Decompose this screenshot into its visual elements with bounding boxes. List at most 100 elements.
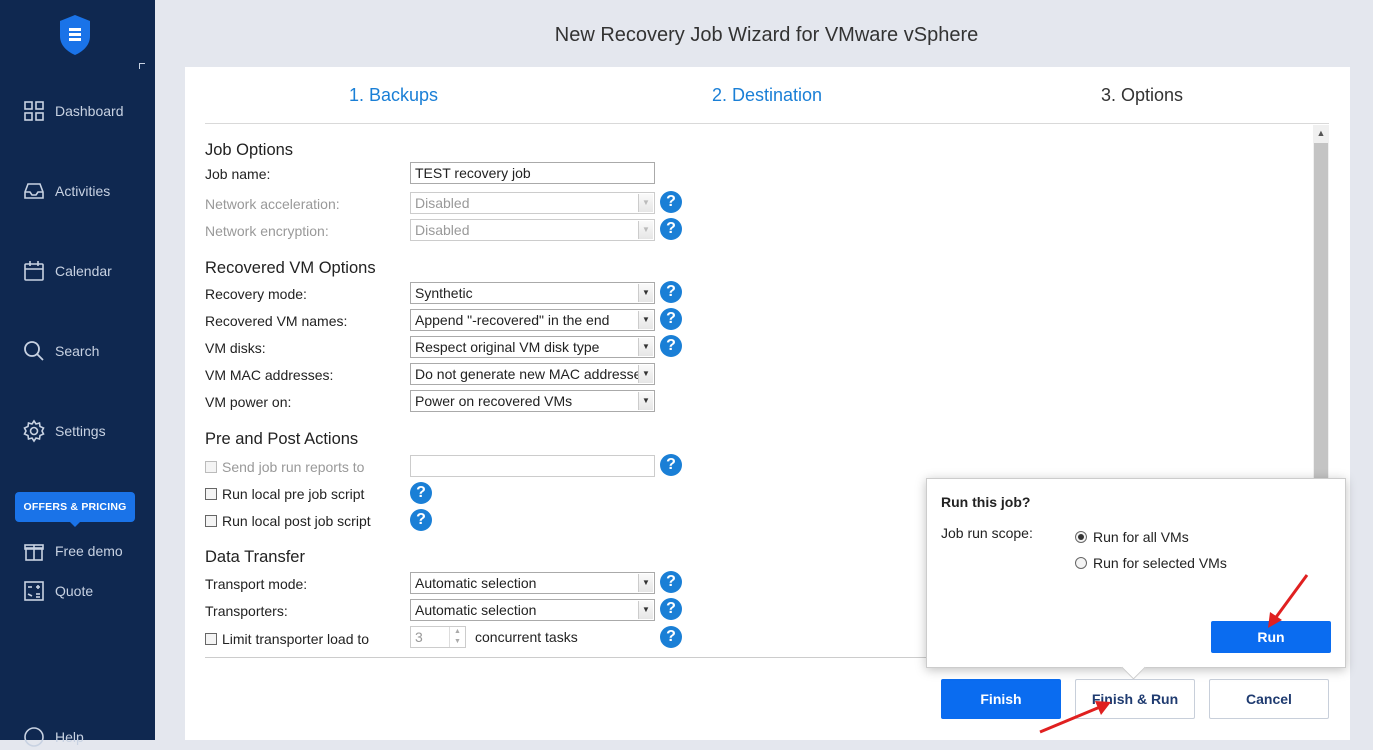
grid-icon [24,101,44,121]
job-name-input[interactable]: TEST recovery job [410,162,655,184]
sidebar-item-dashboard[interactable]: Dashboard [22,98,124,124]
help-icon[interactable]: ? [660,281,682,303]
sidebar-item-label: Dashboard [55,103,124,119]
chevron-down-icon: ▼ [638,338,653,356]
power-on-select[interactable]: Power on recovered VMs ▼ [410,390,655,412]
help-icon[interactable]: ? [660,454,682,476]
job-options-heading: Job Options [205,141,294,159]
sidebar: Dashboard Activities Calendar Search Set… [0,0,155,747]
select-value: Power on recovered VMs [415,393,573,409]
pre-script-checkbox[interactable]: Run local pre job script [205,486,364,502]
select-value: Automatic selection [415,602,537,618]
cancel-button[interactable]: Cancel [1209,679,1329,719]
calendar-icon [24,261,44,281]
chevron-down-icon: ▼ [638,365,653,383]
mac-addresses-label: VM MAC addresses: [205,367,334,383]
gift-icon [24,544,44,561]
vm-options-heading: Recovered VM Options [205,259,376,277]
collapse-sidebar-icon[interactable] [139,63,145,69]
step-destination[interactable]: 2. Destination [712,85,822,106]
sidebar-item-search[interactable]: Search [22,338,99,364]
radio-run-all-vms[interactable]: Run for all VMs [1075,529,1189,545]
sidebar-item-settings[interactable]: Settings [22,418,106,444]
select-value: Disabled [415,195,470,211]
step-backups[interactable]: 1. Backups [349,85,438,106]
limit-transporter-checkbox[interactable]: Limit transporter load to [205,631,369,647]
sidebar-item-free-demo[interactable]: Free demo [22,538,123,564]
radio-dot[interactable] [1075,557,1087,569]
sidebar-item-quote[interactable]: Quote [22,578,93,604]
help-icon[interactable]: ? [660,571,682,593]
page-title: New Recovery Job Wizard for VMware vSphe… [554,24,979,46]
vm-disks-select[interactable]: Respect original VM disk type ▼ [410,336,655,358]
calculator-icon [24,581,44,601]
sidebar-item-activities[interactable]: Activities [22,178,110,204]
sidebar-item-calendar[interactable]: Calendar [22,258,112,284]
transporters-select[interactable]: Automatic selection ▼ [410,599,655,621]
pre-post-heading: Pre and Post Actions [205,430,359,448]
chevron-down-icon: ▼ [638,221,653,239]
sidebar-item-label: Calendar [55,263,112,279]
chevron-down-icon: ▼ [638,284,653,302]
help-icon[interactable]: ? [410,482,432,504]
search-icon [24,341,44,361]
help-icon[interactable]: ? [660,308,682,330]
shield-logo-icon [60,15,90,55]
data-transfer-heading: Data Transfer [205,548,305,566]
job-name-label: Job name: [205,166,271,182]
chevron-down-icon: ▼ [638,311,653,329]
transport-mode-label: Transport mode: [205,576,308,592]
stepper-arrows-icon: ▲ ▼ [449,627,465,647]
scroll-up-icon[interactable]: ▲ [1313,125,1329,141]
recovery-mode-select[interactable]: Synthetic ▼ [410,282,655,304]
checkbox-box [205,461,217,473]
post-script-checkbox[interactable]: Run local post job script [205,513,371,529]
help-icon[interactable]: ? [410,509,432,531]
select-value: Disabled [415,222,470,238]
mac-addresses-select[interactable]: Do not generate new MAC addresses ▼ [410,363,655,385]
power-on-label: VM power on: [205,394,292,410]
scroll-thumb[interactable] [1314,143,1328,523]
transporters-label: Transporters: [205,603,288,619]
radio-dot[interactable] [1075,531,1087,543]
select-value: Automatic selection [415,575,537,591]
stepper-value: 3 [415,629,423,645]
sidebar-item-label: Search [55,343,100,359]
transport-mode-select[interactable]: Automatic selection ▼ [410,572,655,594]
help-icon[interactable]: ? [660,598,682,620]
checkbox-label: Run local post job script [222,513,371,529]
network-acceleration-select: Disabled ▼ [410,192,655,214]
sidebar-item-label: Activities [55,183,111,199]
network-encryption-label: Network encryption: [205,223,329,239]
checkbox-box[interactable] [205,488,217,500]
checkbox-label: Run local pre job script [222,486,365,502]
help-icon[interactable]: ? [660,218,682,240]
sidebar-item-help[interactable]: Help [22,724,84,750]
select-value: Append "-recovered" in the end [415,312,610,328]
annotation-arrow-icon [1039,701,1111,734]
concurrent-tasks-label: concurrent tasks [475,629,578,645]
recovery-mode-label: Recovery mode: [205,286,307,302]
vm-names-select[interactable]: Append "-recovered" in the end ▼ [410,309,655,331]
checkbox-box[interactable] [205,633,217,645]
wizard-steps: 1. Backups 2. Destination 3. Options [205,67,1329,124]
step-options[interactable]: 3. Options [1101,85,1183,106]
checkbox-label: Send job run reports to [222,459,365,475]
sidebar-item-label: Settings [55,423,106,439]
offers-pricing-button[interactable]: OFFERS & PRICING [15,492,135,527]
network-encryption-select: Disabled ▼ [410,219,655,241]
popup-title: Run this job? [941,494,1031,510]
select-value: Respect original VM disk type [415,339,600,355]
help-icon[interactable]: ? [660,335,682,357]
help-icon[interactable]: ? [660,191,682,213]
chevron-down-icon: ▼ [638,194,653,212]
help-icon[interactable]: ? [660,626,682,648]
chevron-down-icon: ▼ [638,601,653,619]
select-value: Do not generate new MAC addresses [415,366,649,382]
run-scope-label: Job run scope: [941,525,1033,541]
sidebar-item-label: Quote [55,583,94,599]
checkbox-box[interactable] [205,515,217,527]
radio-run-selected-vms[interactable]: Run for selected VMs [1075,555,1227,571]
concurrent-tasks-stepper: 3 ▲ ▼ [410,626,466,648]
annotation-arrow-icon [1268,574,1309,628]
